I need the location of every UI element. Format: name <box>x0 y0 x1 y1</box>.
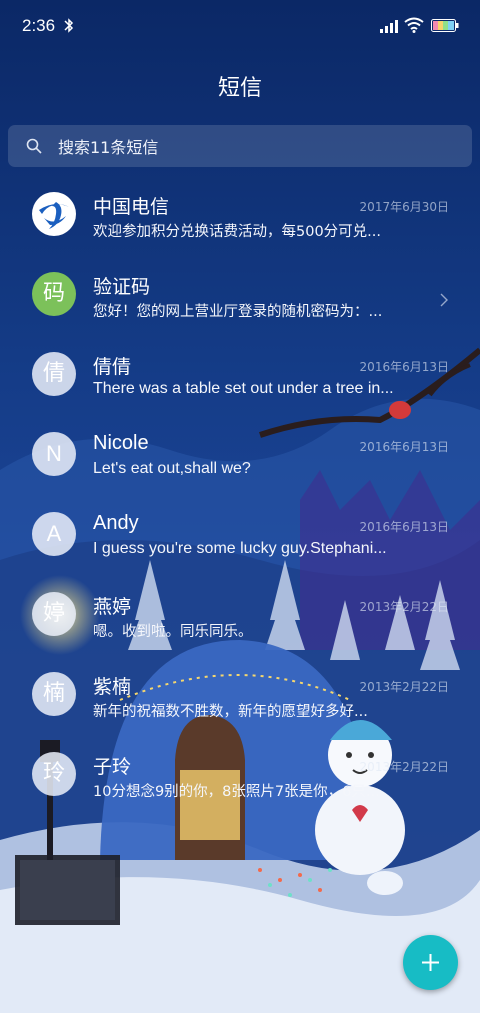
status-time: 2:36 <box>22 16 56 35</box>
message-date: 2016年6月13日 <box>359 520 449 534</box>
conversation-item-verify-code[interactable]: 码 验证码 您好！您的网上营业厅登录的随机密码为：... <box>0 255 480 335</box>
search-bar[interactable] <box>8 125 472 169</box>
search-icon <box>26 138 42 154</box>
conversation-item-yanting[interactable]: 婷 燕婷 2013年2月22日 嗯。收到啦。同乐同乐。 <box>0 575 480 655</box>
contact-name: 子玲 <box>93 756 132 778</box>
signal-icon <box>380 20 398 33</box>
message-preview: I guess you're some lucky guy.Stephani..… <box>93 540 387 557</box>
message-date: 2017年6月30日 <box>359 200 449 214</box>
avatar: N <box>32 432 76 476</box>
china-telecom-logo-icon <box>33 193 75 235</box>
message-preview: 新年的祝福数不胜数，新年的愿望好多好... <box>93 704 368 720</box>
conversation-item-ziling[interactable]: 玲 子玲 2013年2月22日 10分想念9别的你，8张照片7张是你，6只... <box>0 735 480 815</box>
message-preview: Let's eat out,shall we? <box>93 460 251 477</box>
avatar: 倩 <box>32 352 76 396</box>
battery-icon <box>431 19 459 32</box>
contact-name: 紫楠 <box>93 676 132 698</box>
message-date: 2013年2月22日 <box>359 600 449 614</box>
avatar: 码 <box>32 272 76 316</box>
message-preview: 您好！您的网上营业厅登录的随机密码为：... <box>93 304 383 320</box>
message-preview: There was a table set out under a tree i… <box>93 380 394 397</box>
contact-name: Andy <box>93 512 139 534</box>
bluetooth-icon <box>64 18 74 33</box>
message-date: 2016年6月13日 <box>359 440 449 454</box>
avatar: 婷 <box>32 592 76 636</box>
chevron-right-icon <box>440 293 448 307</box>
message-preview: 欢迎参加积分兑换话费活动，每500分可兑... <box>93 224 382 240</box>
wifi-icon <box>404 17 424 33</box>
conversation-item-andy[interactable]: A Andy 2016年6月13日 I guess you're some lu… <box>0 495 480 575</box>
contact-name: 燕婷 <box>93 596 132 618</box>
avatar: 楠 <box>32 672 76 716</box>
contact-name: 验证码 <box>93 276 151 298</box>
message-preview: 10分想念9别的你，8张照片7张是你，6只... <box>93 784 380 800</box>
conversation-item-nicole[interactable]: N Nicole 2016年6月13日 Let's eat out,shall … <box>0 415 480 495</box>
message-date: 2013年2月22日 <box>359 680 449 694</box>
conversation-item-china-telecom[interactable]: 中国电信 2017年6月30日 欢迎参加积分兑换话费活动，每500分可兑... <box>0 175 480 255</box>
message-date: 2013年2月22日 <box>359 760 449 774</box>
conversation-item-qianqian[interactable]: 倩 倩倩 2016年6月13日 There was a table set ou… <box>0 335 480 415</box>
avatar: A <box>32 512 76 556</box>
plus-icon <box>422 954 439 971</box>
message-date: 2016年6月13日 <box>359 360 449 374</box>
avatar: 玲 <box>32 752 76 796</box>
status-bar: 2:36 <box>0 0 480 52</box>
contact-name: Nicole <box>93 432 149 454</box>
message-preview: 嗯。收到啦。同乐同乐。 <box>93 624 253 640</box>
search-input[interactable] <box>56 125 460 169</box>
page-title: 短信 <box>217 75 262 100</box>
contact-name: 倩倩 <box>93 356 132 378</box>
avatar <box>32 192 76 236</box>
conversation-item-zinan[interactable]: 楠 紫楠 2013年2月22日 新年的祝福数不胜数，新年的愿望好多好... <box>0 655 480 735</box>
new-message-button[interactable] <box>403 935 458 990</box>
contact-name: 中国电信 <box>93 196 170 218</box>
